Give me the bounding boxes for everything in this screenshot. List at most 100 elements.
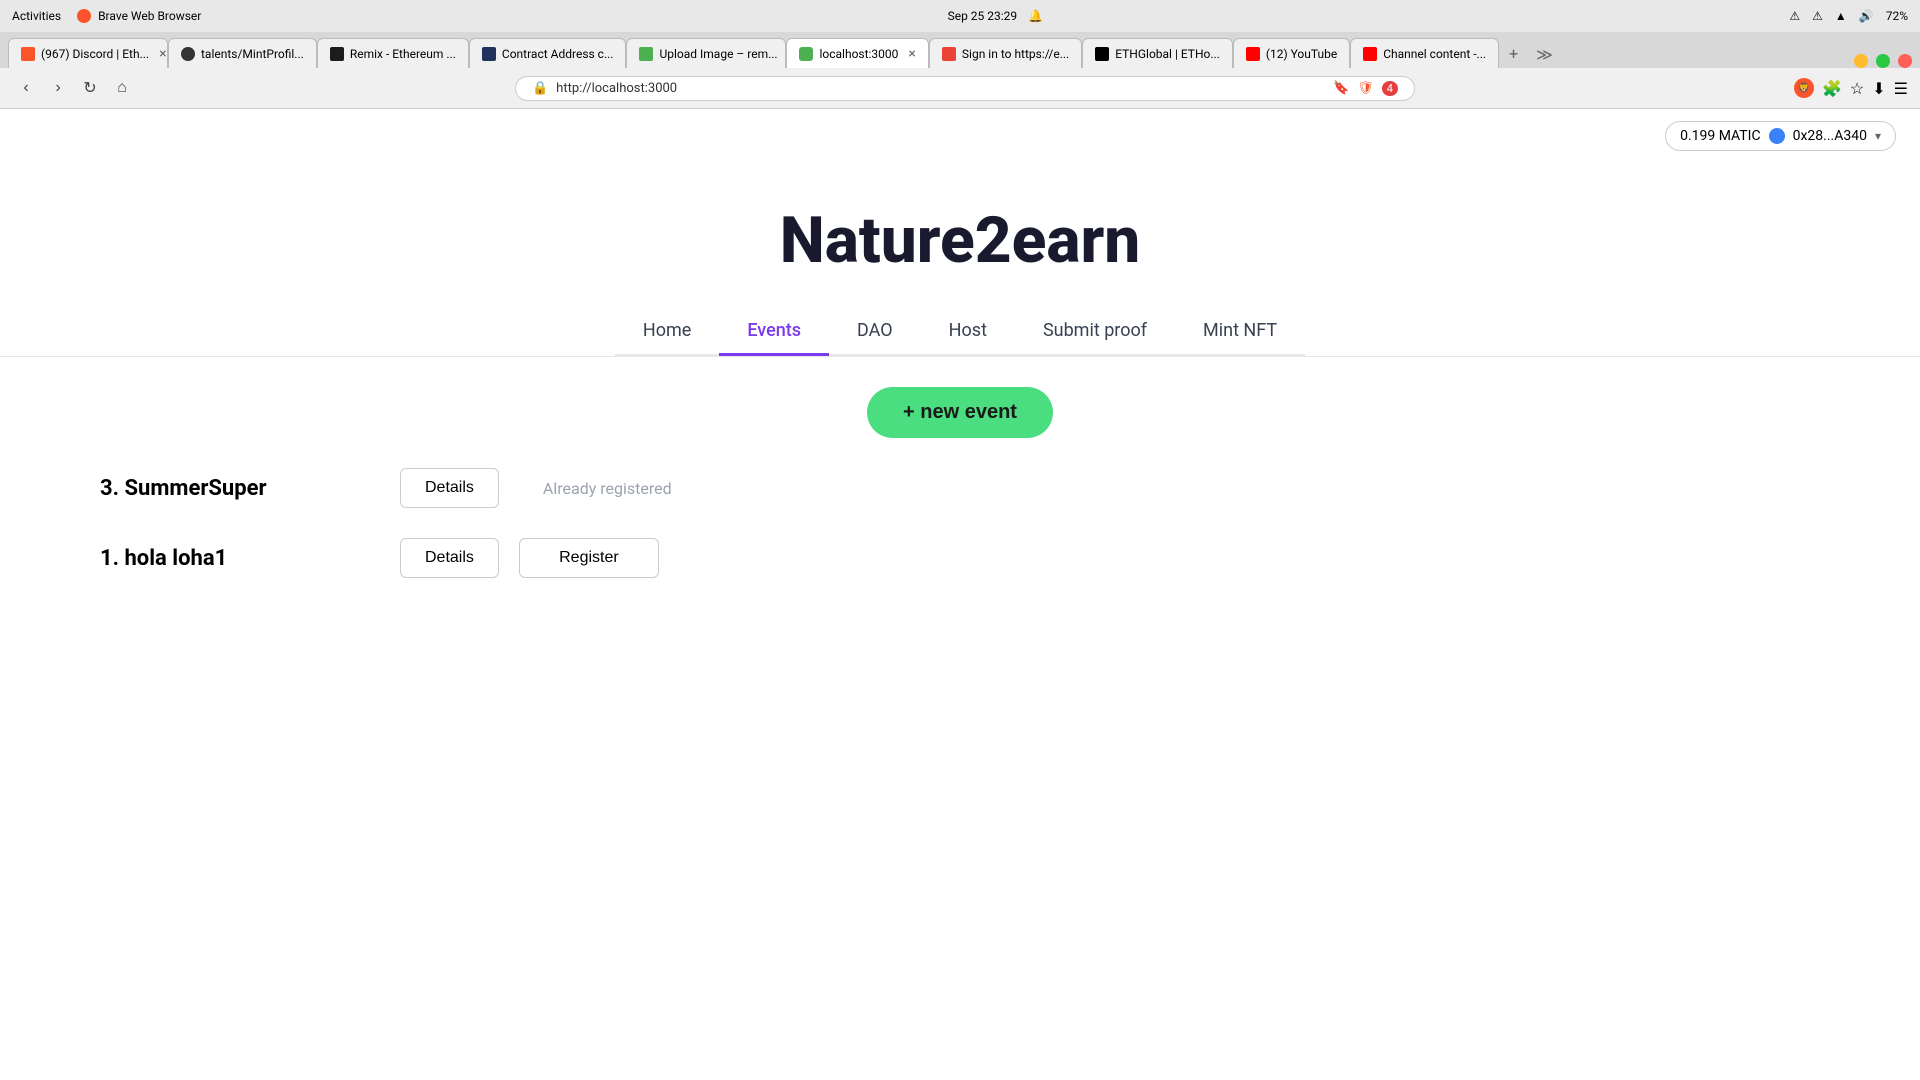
tab-favicon-youtube — [1246, 47, 1260, 61]
browser-chrome: Activities Brave Web Browser Sep 25 23:2… — [0, 0, 1920, 109]
tab-github[interactable]: talents/MintProfil... — [168, 38, 317, 68]
tab-label-ethglobal: ETHGlobal | ETHo... — [1115, 47, 1220, 61]
tab-close-localhost[interactable]: × — [908, 46, 915, 62]
warning-icon-2: ⚠ — [1812, 9, 1823, 23]
tab-favicon-remix — [330, 47, 344, 61]
new-tab-button[interactable]: + — [1499, 38, 1528, 68]
wallet-network-icon — [1769, 128, 1785, 144]
tab-label-discord: (967) Discord | Eth... — [41, 47, 149, 61]
menu-icon[interactable]: ☰ — [1894, 79, 1908, 98]
system-bar-left: Activities Brave Web Browser — [12, 9, 201, 24]
back-button[interactable]: ‹ — [12, 74, 40, 102]
nav-mint-nft[interactable]: Mint NFT — [1175, 308, 1305, 356]
window-controls — [1846, 54, 1920, 68]
wallet-badge[interactable]: 0.199 MATIC 0x28...A340 ▾ — [1665, 121, 1896, 151]
tab-favicon-discord — [21, 47, 35, 61]
url-text[interactable]: http://localhost:3000 — [556, 81, 677, 96]
tab-localhost[interactable]: localhost:3000 × — [786, 38, 928, 68]
wallet-bar: 0.199 MATIC 0x28...A340 ▾ — [0, 109, 1920, 163]
page-title: Nature2earn — [0, 203, 1920, 278]
tab-label-localhost: localhost:3000 — [819, 47, 898, 61]
bookmark-icon[interactable]: 🔖 — [1333, 81, 1349, 96]
tab-label-upload: Upload Image – rem... — [659, 47, 777, 61]
tab-label-gmail: Sign in to https://e... — [962, 47, 1069, 61]
new-event-button[interactable]: + new event — [867, 387, 1053, 438]
tab-favicon-github — [181, 47, 195, 61]
page-content: 0.199 MATIC 0x28...A340 ▾ Nature2earn Ho… — [0, 109, 1920, 638]
tab-upload[interactable]: Upload Image – rem... — [626, 38, 786, 68]
notification-badge: 4 — [1382, 81, 1398, 96]
already-registered-label: Already registered — [519, 469, 719, 508]
network-icon: ▲ — [1835, 9, 1847, 23]
nav-dao[interactable]: DAO — [829, 308, 921, 356]
brave-icon[interactable]: 🦁 — [1794, 78, 1814, 98]
extensions-icon[interactable]: 🧩 — [1822, 79, 1842, 98]
system-bar-right: ⚠ ⚠ ▲ 🔊 72% — [1789, 9, 1908, 23]
download-icon[interactable]: ⬇ — [1872, 79, 1885, 98]
details-button-summersuprer[interactable]: Details — [400, 468, 499, 508]
nav-container: Home Events DAO Host Submit proof Mint N… — [0, 308, 1920, 356]
tab-favicon-upload — [639, 47, 653, 61]
system-bar: Activities Brave Web Browser Sep 25 23:2… — [0, 0, 1920, 32]
warning-icon: ⚠ — [1789, 9, 1800, 23]
tab-close-discord[interactable]: × — [159, 46, 166, 62]
nav-submit-proof[interactable]: Submit proof — [1015, 308, 1175, 356]
tab-etherscan[interactable]: Contract Address c... — [469, 38, 627, 68]
content-area: + new event 3. SummerSuper Details Alrea… — [0, 357, 1920, 638]
address-bar[interactable]: 🔒 http://localhost:3000 🔖 🛡 4 — [515, 76, 1415, 101]
event-item-holaloha1: 1. hola loha1 Details Register — [100, 538, 1880, 578]
wallet-balance: 0.199 MATIC — [1680, 128, 1761, 144]
tab-label-github: talents/MintProfil... — [201, 47, 304, 61]
tab-favicon-gmail — [942, 47, 956, 61]
forward-button[interactable]: › — [44, 74, 72, 102]
activities-label[interactable]: Activities — [12, 9, 61, 23]
details-button-holaloha1[interactable]: Details — [400, 538, 499, 578]
tab-overflow-button[interactable]: ≫ — [1528, 41, 1561, 68]
nav-host[interactable]: Host — [921, 308, 1015, 356]
register-button-holaloha1[interactable]: Register — [519, 538, 659, 578]
event-name-holaloha1: 1. hola loha1 — [100, 546, 380, 571]
tab-bar: (967) Discord | Eth... × talents/MintPro… — [0, 32, 1920, 68]
tab-favicon-ethglobal — [1095, 47, 1109, 61]
battery-label: 72% — [1886, 9, 1908, 23]
wallet-chevron-icon: ▾ — [1875, 129, 1881, 143]
browser-name-label: Brave Web Browser — [77, 9, 201, 24]
maximize-button[interactable] — [1876, 54, 1890, 68]
nav-home[interactable]: Home — [615, 308, 719, 356]
new-event-row: + new event — [40, 387, 1880, 438]
reload-button[interactable]: ↻ — [76, 74, 104, 102]
home-button[interactable]: ⌂ — [108, 74, 136, 102]
system-bar-center: Sep 25 23:29 🔔 — [948, 9, 1044, 23]
tab-favicon-localhost — [799, 47, 813, 61]
events-list: 3. SummerSuper Details Already registere… — [40, 468, 1880, 578]
star-icon[interactable]: ☆ — [1850, 79, 1864, 98]
tab-gmail[interactable]: Sign in to https://e... — [929, 38, 1082, 68]
nav-buttons: ‹ › ↻ ⌂ — [12, 74, 136, 102]
address-bar-row: ‹ › ↻ ⌂ 🔒 http://localhost:3000 🔖 🛡 4 🦁 … — [0, 68, 1920, 108]
tab-label-channel: Channel content -... — [1383, 47, 1486, 61]
tab-ethglobal[interactable]: ETHGlobal | ETHo... — [1082, 38, 1233, 68]
tab-favicon-channel — [1363, 47, 1377, 61]
tab-label-etherscan: Contract Address c... — [502, 47, 614, 61]
wallet-address: 0x28...A340 — [1793, 128, 1867, 144]
main-heading: Nature2earn — [0, 163, 1920, 308]
close-button[interactable] — [1898, 54, 1912, 68]
nav-bar: Home Events DAO Host Submit proof Mint N… — [615, 308, 1305, 356]
lock-icon: 🔒 — [532, 81, 548, 96]
browser-right-icons: 🦁 🧩 ☆ ⬇ ☰ — [1794, 78, 1908, 98]
address-bar-icons: 🔖 🛡 4 — [1333, 81, 1398, 96]
tab-remix[interactable]: Remix - Ethereum ... — [317, 38, 469, 68]
tab-youtube[interactable]: (12) YouTube — [1233, 38, 1350, 68]
bell-icon: 🔔 — [1028, 9, 1043, 23]
tab-label-remix: Remix - Ethereum ... — [350, 47, 456, 61]
tab-label-youtube: (12) YouTube — [1266, 47, 1337, 61]
tab-discord[interactable]: (967) Discord | Eth... × — [8, 38, 168, 68]
tab-channel[interactable]: Channel content -... — [1350, 38, 1499, 68]
tab-favicon-etherscan — [482, 47, 496, 61]
event-item-summersuperr: 3. SummerSuper Details Already registere… — [100, 468, 1880, 508]
minimize-button[interactable] — [1854, 54, 1868, 68]
volume-icon: 🔊 — [1859, 9, 1874, 23]
brave-shield-icon[interactable]: 🛡 — [1357, 81, 1374, 96]
nav-events[interactable]: Events — [719, 308, 829, 356]
event-name-summersuprer: 3. SummerSuper — [100, 476, 380, 501]
